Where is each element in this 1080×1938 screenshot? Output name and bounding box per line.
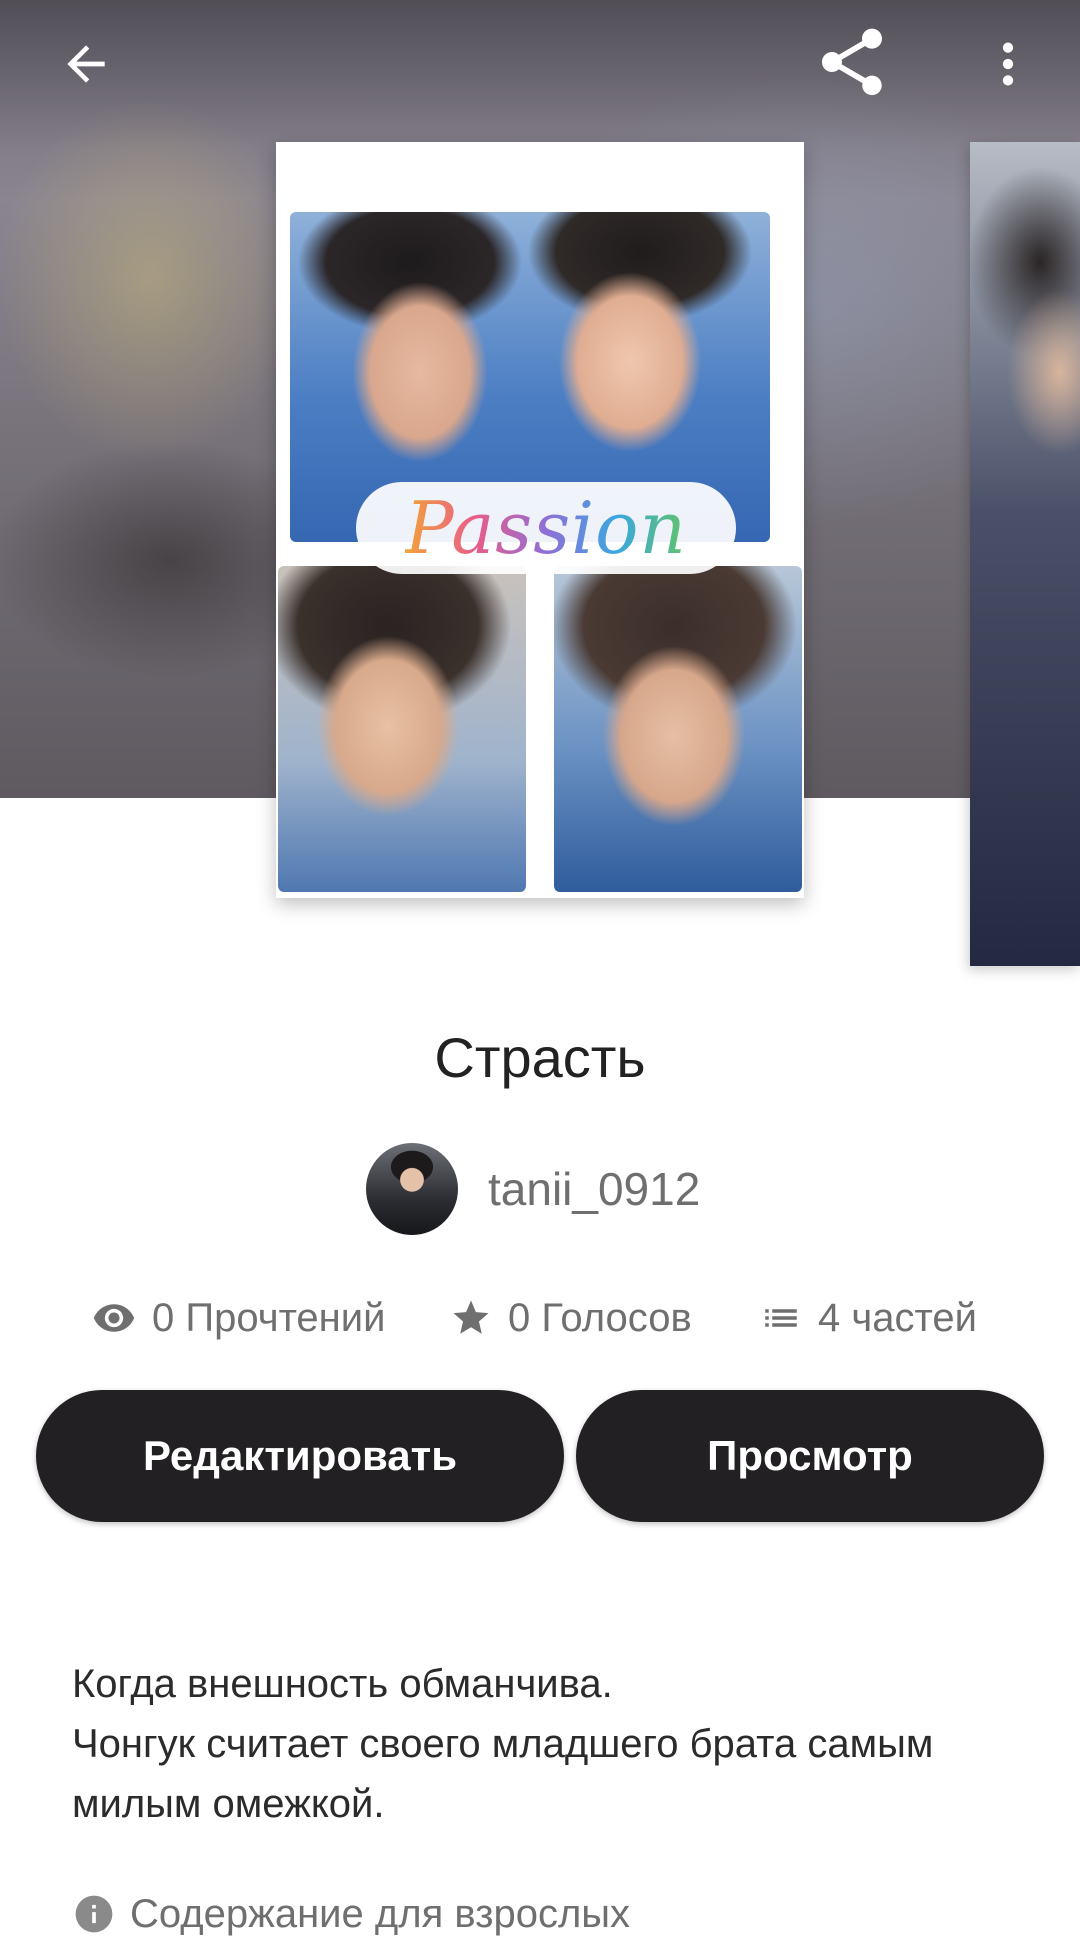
reads-count: 0 Прочтений [152,1295,386,1340]
next-story-cover[interactable] [970,142,1080,966]
star-icon [453,1300,489,1334]
parts-stat[interactable]: 4 частей [760,1290,977,1346]
back-button[interactable] [40,18,132,110]
cover-title-text: Passion [405,486,687,570]
cover-photo-left [278,566,526,892]
topbar-shade [0,0,1080,150]
preview-button[interactable]: Просмотр [576,1390,1044,1522]
story-cover[interactable]: Passion [276,142,804,898]
more-options-button[interactable] [968,18,1048,110]
description-line: Чонгук считает своего младшего брата сам… [72,1722,934,1826]
arrow-left-icon [67,45,105,83]
reads-stat: 0 Прочтений [92,1290,385,1346]
list-icon [765,1309,797,1327]
cover-title-badge: Passion [356,482,736,574]
mature-content-notice: Содержание для взрослых [72,1890,630,1938]
story-stats: 0 Прочтений 0 Голосов 4 частей [0,1290,1080,1346]
author-row[interactable]: tanii_0912 [366,1143,700,1235]
votes-count: 0 Голосов [508,1295,692,1340]
edit-button[interactable]: Редактировать [36,1390,564,1522]
votes-stat: 0 Голосов [450,1290,692,1346]
story-title: Страсть [434,1026,646,1089]
story-description: Когда внешность обманчива. Чонгук считае… [72,1654,1032,1834]
mature-content-label: Содержание для взрослых [130,1891,631,1936]
share-icon [822,28,882,96]
description-line: Когда внешность обманчива. [72,1662,613,1706]
parts-count: 4 частей [818,1295,977,1340]
eye-icon [93,1304,135,1332]
cover-photo-right [554,566,802,892]
more-vertical-icon [1002,42,1014,86]
author-name[interactable]: tanii_0912 [488,1162,700,1216]
author-avatar[interactable] [366,1143,458,1235]
info-icon [75,1895,113,1933]
share-button[interactable] [800,10,904,114]
